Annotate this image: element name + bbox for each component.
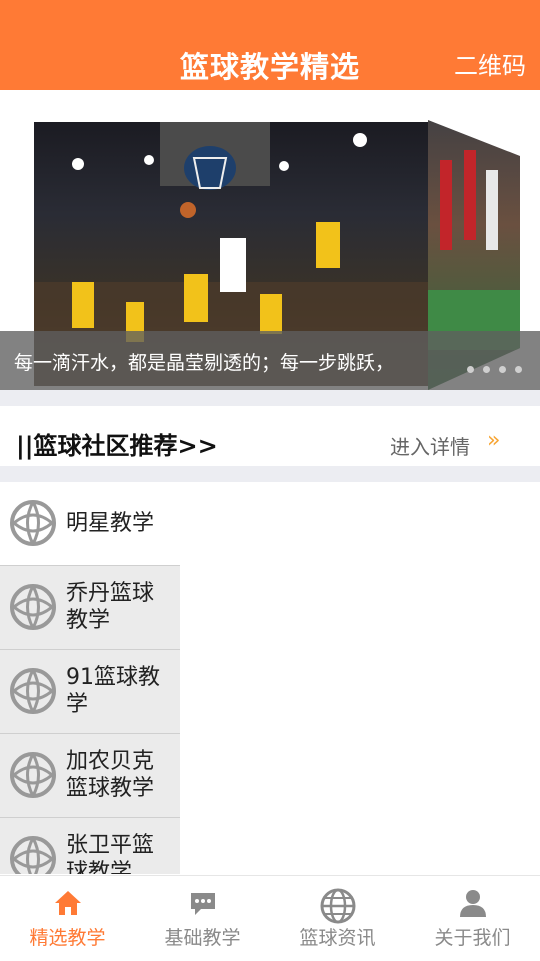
basketball-icon <box>8 666 58 716</box>
basketball-icon <box>10 584 56 630</box>
tab-3[interactable]: 关于我们 <box>405 876 540 961</box>
divider <box>0 466 540 482</box>
category-item[interactable]: 91篮球教 学 <box>0 650 180 734</box>
app-header: 篮球教学精选 二维码 <box>0 0 540 90</box>
tab-label: 基础教学 <box>164 927 241 949</box>
globe-icon <box>320 888 356 928</box>
category-item[interactable]: 加农贝克 篮球教学 <box>0 734 180 818</box>
basketball-icon <box>8 582 58 632</box>
home-icon <box>53 888 83 922</box>
view-details-link[interactable]: 进入详情 <box>390 431 470 460</box>
banner-caption-bar: 每一滴汗水，都是晶莹剔透的；每一步跳跃， <box>0 331 540 390</box>
category-item[interactable]: 明星教学 <box>0 482 180 566</box>
category-list: 明星教学乔丹篮球 教学 91篮球教 学加农贝克 篮球教学张卫平篮 球教学 <box>0 482 180 874</box>
banner-caption: 每一滴汗水，都是晶莹剔透的；每一步跳跃， <box>14 352 395 374</box>
category-item[interactable]: 乔丹篮球 教学 <box>0 566 180 650</box>
tab-2[interactable]: 篮球资讯 <box>270 876 405 961</box>
tab-0[interactable]: 精选教学 <box>0 876 135 961</box>
user-icon <box>458 888 488 922</box>
double-chevron-right-icon[interactable]: » <box>487 428 500 453</box>
category-item[interactable]: 张卫平篮 球教学 <box>0 818 180 874</box>
chat-bubble-icon <box>188 888 218 922</box>
tab-label: 篮球资讯 <box>299 927 376 949</box>
community-section-header: ||篮球社区推荐>> 进入详情 » <box>0 406 540 466</box>
basketball-icon <box>10 500 56 546</box>
section-title: ||篮球社区推荐>> <box>16 432 218 460</box>
carousel-indicator[interactable] <box>458 358 522 377</box>
basketball-icon <box>8 750 58 800</box>
basketball-icon <box>10 668 56 714</box>
bottom-tab-bar: 精选教学 基础教学 篮球资讯 关于我们 <box>0 875 540 961</box>
basketball-icon <box>10 752 56 798</box>
category-label: 乔丹篮球 教学 <box>66 581 155 633</box>
category-label: 加农贝克 篮球教学 <box>66 749 155 801</box>
carousel-dot[interactable] <box>499 366 506 373</box>
category-label: 91篮球教 学 <box>66 665 160 717</box>
tab-1[interactable]: 基础教学 <box>135 876 270 961</box>
qr-code-button[interactable]: 二维码 <box>454 46 526 81</box>
category-label: 明星教学 <box>66 511 155 536</box>
basketball-icon <box>10 836 56 874</box>
basketball-icon <box>8 834 58 874</box>
carousel-dot[interactable] <box>483 366 490 373</box>
basketball-icon <box>8 498 58 548</box>
category-label: 张卫平篮 球教学 <box>66 833 155 874</box>
banner-carousel[interactable]: 每一滴汗水，都是晶莹剔透的；每一步跳跃， <box>0 90 540 390</box>
divider <box>0 390 540 406</box>
carousel-dot[interactable] <box>515 366 522 373</box>
tab-label: 关于我们 <box>434 927 511 949</box>
carousel-dot[interactable] <box>467 366 474 373</box>
tab-label: 精选教学 <box>29 927 106 949</box>
